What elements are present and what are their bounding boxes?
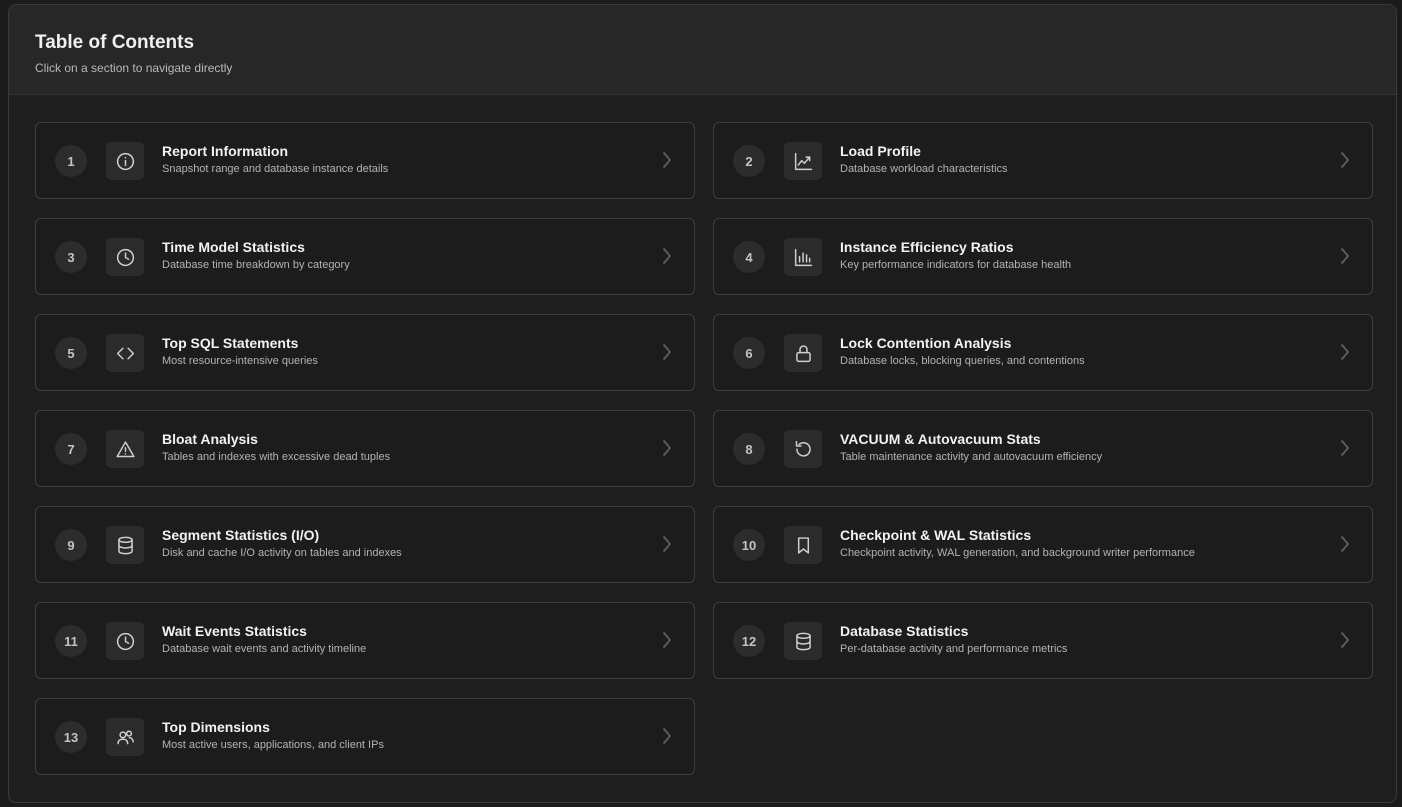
- section-card-database-statistics[interactable]: 12 Database Statistics Per-database acti…: [713, 602, 1373, 679]
- bookmark-icon: [784, 526, 822, 564]
- section-title: Load Profile: [840, 143, 921, 159]
- section-description: Database wait events and activity timeli…: [162, 643, 367, 655]
- page-subtitle: Click on a section to navigate directly: [35, 61, 233, 75]
- section-title: Checkpoint & WAL Statistics: [840, 527, 1032, 543]
- chevron-right-icon: [1340, 439, 1350, 457]
- section-card-instance-efficiency-ratios[interactable]: 4 Instance Efficiency Ratios Key perform…: [713, 218, 1373, 295]
- section-number: 11: [55, 625, 87, 657]
- section-description: Tables and indexes with excessive dead t…: [162, 451, 391, 463]
- section-number: 2: [733, 145, 765, 177]
- section-title: Report Information: [162, 143, 288, 159]
- section-card-lock-contention-analysis[interactable]: 6 Lock Contention Analysis Database lock…: [713, 314, 1373, 391]
- section-card-wait-events-statistics[interactable]: 11 Wait Events Statistics Database wait …: [35, 602, 695, 679]
- section-description: Most resource-intensive queries: [162, 355, 318, 367]
- section-card-vacuum-autovacuum-stats[interactable]: 8 VACUUM & Autovacuum Stats Table mainte…: [713, 410, 1373, 487]
- section-card-time-model-statistics[interactable]: 3 Time Model Statistics Database time br…: [35, 218, 695, 295]
- section-description: Checkpoint activity, WAL generation, and…: [840, 547, 1195, 559]
- section-title: Top Dimensions: [162, 719, 270, 735]
- section-description: Snapshot range and database instance det…: [162, 163, 389, 175]
- section-number: 5: [55, 337, 87, 369]
- section-title: Instance Efficiency Ratios: [840, 239, 1014, 255]
- chevron-right-icon: [1340, 535, 1350, 553]
- section-card-load-profile[interactable]: 2 Load Profile Database workload charact…: [713, 122, 1373, 199]
- section-number: 7: [55, 433, 87, 465]
- chevron-right-icon: [662, 151, 672, 169]
- section-number: 4: [733, 241, 765, 273]
- section-number: 1: [55, 145, 87, 177]
- section-title: Segment Statistics (I/O): [162, 527, 320, 543]
- section-description: Table maintenance activity and autovacuu…: [840, 451, 1103, 463]
- panel-header: Table of Contents Click on a section to …: [9, 5, 1396, 95]
- section-card-bloat-analysis[interactable]: 7 Bloat Analysis Tables and indexes with…: [35, 410, 695, 487]
- chevron-right-icon: [662, 727, 672, 745]
- section-title: Time Model Statistics: [162, 239, 305, 255]
- section-title: Bloat Analysis: [162, 431, 258, 447]
- section-description: Database locks, blocking queries, and co…: [840, 355, 1085, 367]
- section-description: Database time breakdown by category: [162, 259, 350, 271]
- chevron-right-icon: [662, 247, 672, 265]
- lock-icon: [784, 334, 822, 372]
- chevron-right-icon: [1340, 631, 1350, 649]
- section-title: Wait Events Statistics: [162, 623, 307, 639]
- section-card-segment-statistics[interactable]: 9 Segment Statistics (I/O) Disk and cach…: [35, 506, 695, 583]
- section-number: 8: [733, 433, 765, 465]
- warning-icon: [106, 430, 144, 468]
- chevron-right-icon: [1340, 247, 1350, 265]
- clock-icon: [106, 238, 144, 276]
- section-description: Database workload characteristics: [840, 163, 1008, 175]
- section-card-checkpoint-wal-statistics[interactable]: 10 Checkpoint & WAL Statistics Checkpoin…: [713, 506, 1373, 583]
- section-title: Database Statistics: [840, 623, 969, 639]
- section-number: 13: [55, 721, 87, 753]
- section-number: 6: [733, 337, 765, 369]
- database-icon: [106, 526, 144, 564]
- chevron-right-icon: [662, 439, 672, 457]
- clock-icon: [106, 622, 144, 660]
- section-description: Disk and cache I/O activity on tables an…: [162, 547, 402, 559]
- code-icon: [106, 334, 144, 372]
- chevron-right-icon: [1340, 151, 1350, 169]
- chevron-right-icon: [1340, 343, 1350, 361]
- section-title: VACUUM & Autovacuum Stats: [840, 431, 1041, 447]
- section-card-top-dimensions[interactable]: 13 Top Dimensions Most active users, app…: [35, 698, 695, 775]
- section-card-top-sql-statements[interactable]: 5 Top SQL Statements Most resource-inten…: [35, 314, 695, 391]
- sections-grid: 1 Report Information Snapshot range and …: [35, 122, 1373, 775]
- chevron-right-icon: [662, 535, 672, 553]
- section-card-report-information[interactable]: 1 Report Information Snapshot range and …: [35, 122, 695, 199]
- section-title: Lock Contention Analysis: [840, 335, 1012, 351]
- section-number: 9: [55, 529, 87, 561]
- section-number: 3: [55, 241, 87, 273]
- chevron-right-icon: [662, 343, 672, 361]
- info-icon: [106, 142, 144, 180]
- section-description: Key performance indicators for database …: [840, 259, 1072, 271]
- chevron-right-icon: [662, 631, 672, 649]
- section-number: 12: [733, 625, 765, 657]
- section-number: 10: [733, 529, 765, 561]
- page-title: Table of Contents: [35, 32, 195, 53]
- section-description: Per-database activity and performance me…: [840, 643, 1068, 655]
- table-of-contents-panel: Table of Contents Click on a section to …: [8, 4, 1397, 803]
- rotate-icon: [784, 430, 822, 468]
- section-title: Top SQL Statements: [162, 335, 299, 351]
- database-icon: [784, 622, 822, 660]
- section-description: Most active users, applications, and cli…: [162, 739, 384, 751]
- bar-chart-icon: [784, 238, 822, 276]
- users-icon: [106, 718, 144, 756]
- trend-chart-icon: [784, 142, 822, 180]
